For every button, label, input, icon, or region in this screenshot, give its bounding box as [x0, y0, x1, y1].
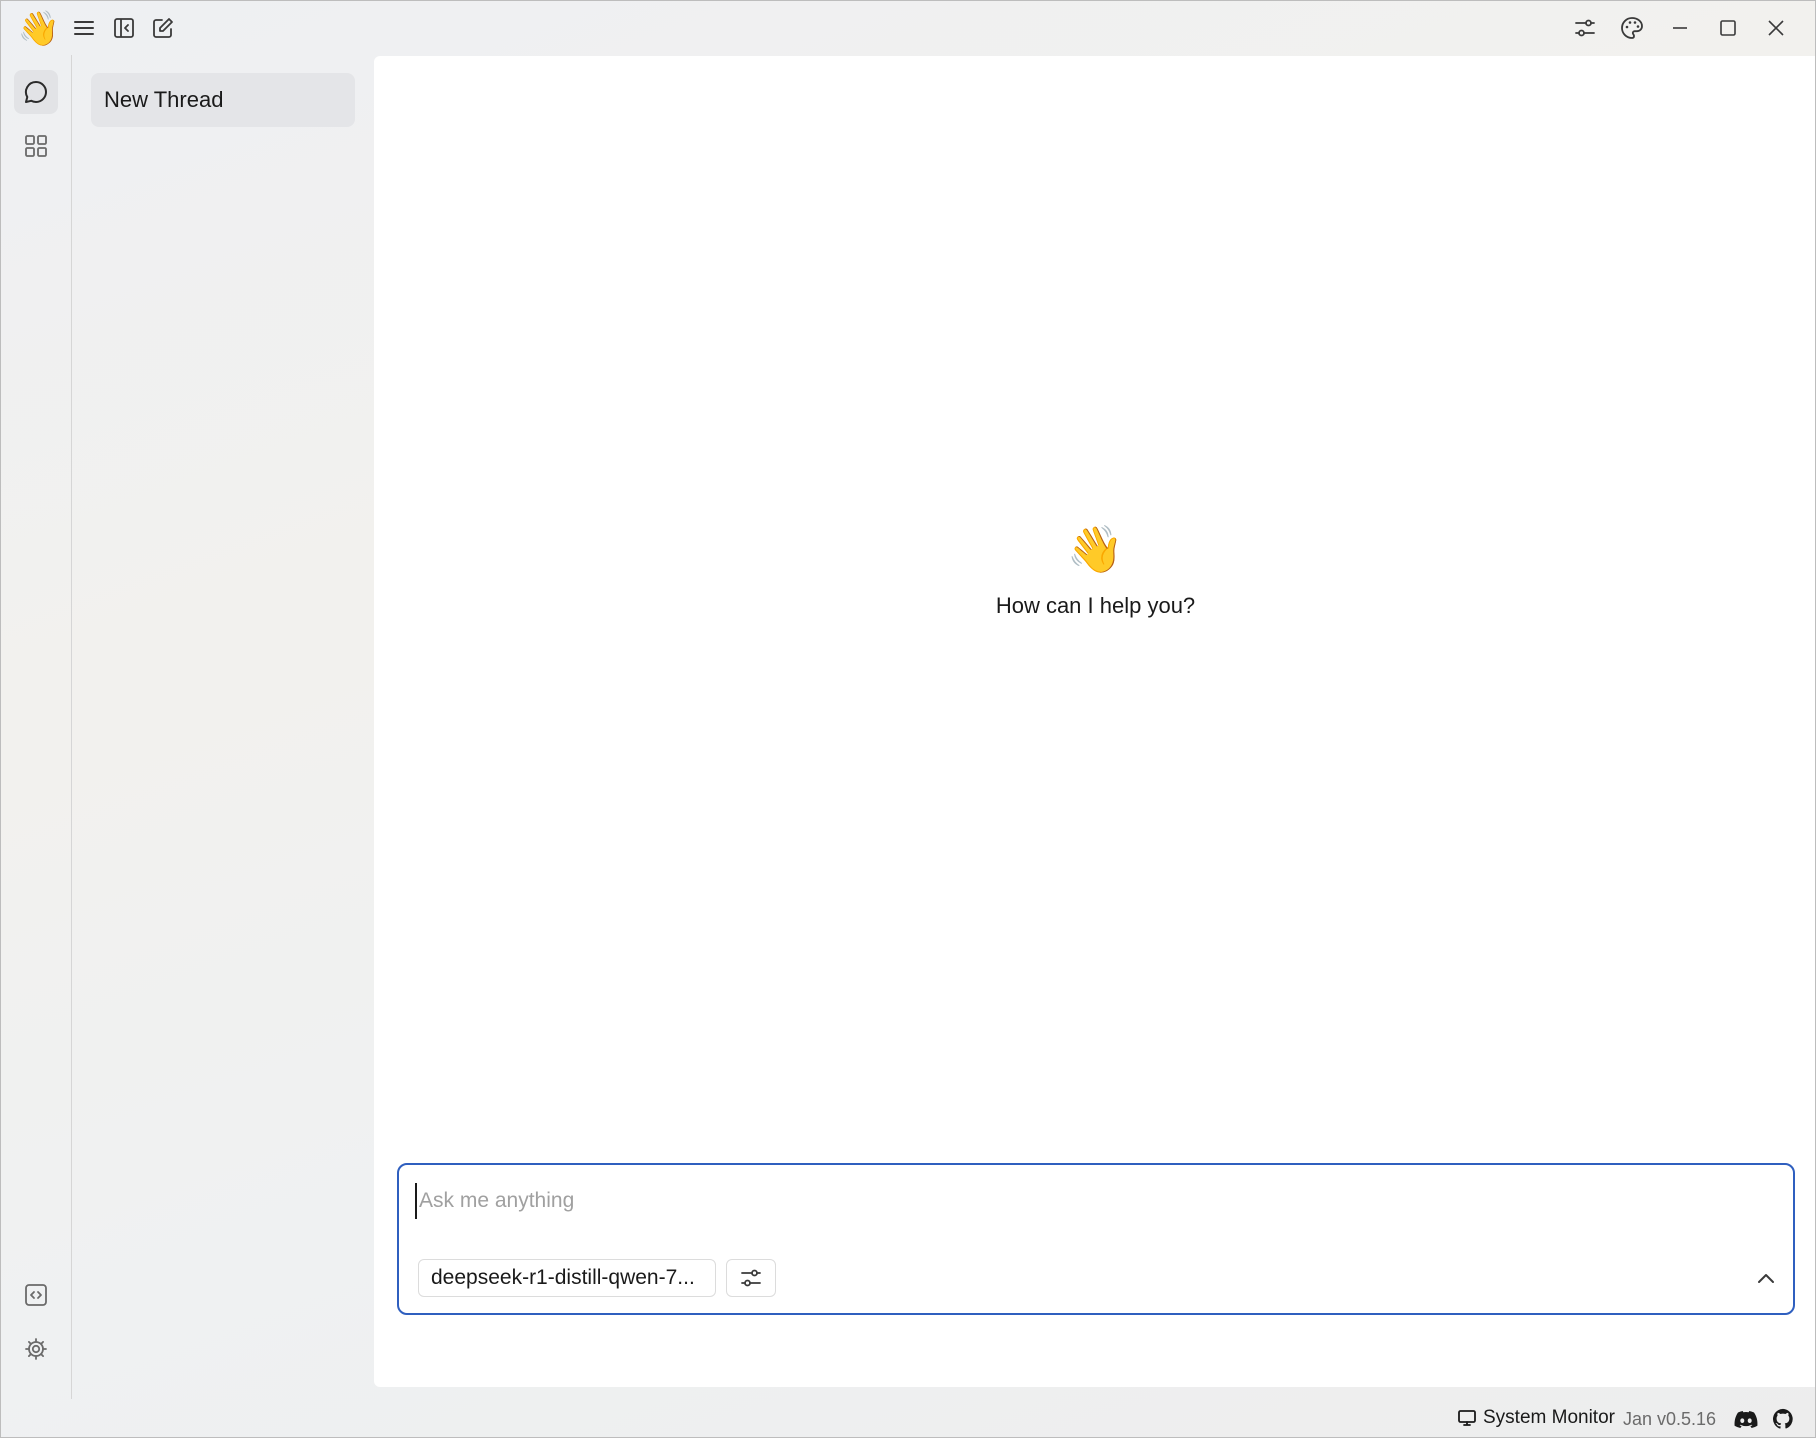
system-monitor-label: System Monitor: [1483, 1407, 1615, 1428]
sliders-icon: [741, 1269, 761, 1287]
welcome-text: How can I help you?: [995, 593, 1196, 618]
close-icon[interactable]: [1762, 14, 1790, 42]
code-icon[interactable]: [14, 1273, 58, 1317]
minimize-icon[interactable]: [1666, 14, 1694, 42]
github-icon[interactable]: [1771, 1407, 1795, 1431]
thread-item[interactable]: New Thread: [91, 73, 355, 127]
monitor-icon: [1458, 1410, 1476, 1426]
settings-icon[interactable]: [14, 1327, 58, 1371]
chat-panel: 👋 How can I help you? deepseek-r1-distil…: [374, 56, 1815, 1387]
model-settings-button[interactable]: [726, 1259, 776, 1297]
sliders-icon[interactable]: [1571, 14, 1599, 42]
app-logo: 👋: [17, 10, 61, 48]
message-input[interactable]: [415, 1183, 1755, 1219]
new-thread-icon[interactable]: [149, 14, 177, 42]
discord-icon[interactable]: [1734, 1407, 1758, 1431]
message-composer: deepseek-r1-distill-qwen-7...: [397, 1163, 1795, 1315]
status-bar: System Monitor Jan v0.5.16: [1, 1399, 1815, 1437]
palette-icon[interactable]: [1618, 14, 1646, 42]
model-selector[interactable]: deepseek-r1-distill-qwen-7...: [418, 1259, 716, 1297]
app-version: Jan v0.5.16: [1623, 1409, 1717, 1429]
thread-list: New Thread: [73, 55, 373, 1399]
left-rail: [1, 55, 72, 1399]
app-window: 👋 New Thread 👋 How can I help you? Ask m…: [0, 0, 1816, 1438]
title-bar: 👋: [1, 1, 1815, 55]
menu-icon[interactable]: [71, 15, 97, 41]
maximize-icon[interactable]: [1714, 14, 1742, 42]
hub-grid-icon[interactable]: [14, 124, 58, 168]
chevron-up-icon[interactable]: [1751, 1263, 1781, 1293]
wave-emoji: 👋: [1066, 523, 1125, 575]
system-monitor-button[interactable]: System Monitor: [1457, 1405, 1615, 1431]
chat-icon[interactable]: [14, 70, 58, 114]
collapse-sidebar-icon[interactable]: [110, 14, 138, 42]
